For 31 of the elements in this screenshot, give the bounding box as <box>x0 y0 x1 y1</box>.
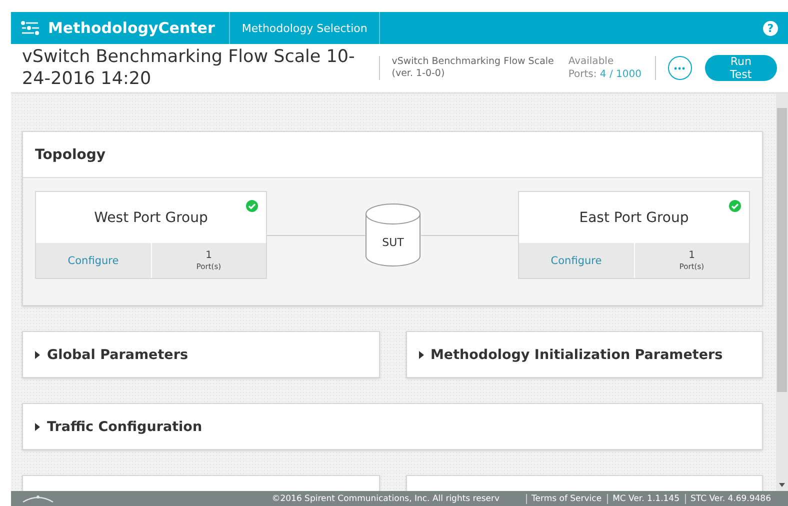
configure-link[interactable]: Configure <box>36 243 150 278</box>
help-icon[interactable]: ? <box>763 20 778 36</box>
port-group-name: East Port Group <box>578 208 690 228</box>
port-count: 1 <box>206 250 212 260</box>
expand-arrow-icon[interactable] <box>418 350 424 358</box>
scrollbar[interactable] <box>776 94 788 491</box>
expand-arrow-icon[interactable] <box>35 422 40 430</box>
flow-logo-icon <box>21 21 40 35</box>
section-title[interactable]: Methodology Initialization Parameters <box>430 346 723 362</box>
ports-label: Ports: <box>568 69 597 80</box>
test-title: vSwitch Benchmarking Flow Scale 10-24-2016 14:20 <box>22 46 356 90</box>
more-button[interactable] <box>668 56 692 80</box>
port-group-name: West Port Group <box>93 208 209 228</box>
footer-link[interactable]: MC Ver. 1.1.145 <box>606 494 684 504</box>
expand-arrow-icon[interactable] <box>35 350 40 358</box>
configure-link[interactable]: Configure <box>519 243 634 278</box>
sut-drawing: SUT <box>364 202 420 268</box>
version-label: (ver. 1-0-0) <box>392 68 446 80</box>
run-test-button[interactable]: Run Test <box>704 55 777 81</box>
footer-link[interactable]: Terms of Service <box>526 494 607 504</box>
copyright-text: ©2016 Spirent Communications, Inc. All rights reserv <box>272 494 500 504</box>
port-count: 1 <box>688 250 695 260</box>
ports-value: 4 / 1000 <box>600 69 642 80</box>
more-icon <box>674 66 686 70</box>
footer-link[interactable]: STC Ver. 4.69.9486 <box>684 494 776 504</box>
section-title[interactable]: Traffic Configuration <box>47 418 202 434</box>
app-name: MethodologyCenter <box>48 19 215 37</box>
company-logo-icon <box>21 494 55 504</box>
methodology-name: vSwitch Benchmarking Flow Scale <box>392 56 554 68</box>
section-title[interactable]: Global Parameters <box>47 346 188 362</box>
ports-label: Available <box>568 55 615 68</box>
